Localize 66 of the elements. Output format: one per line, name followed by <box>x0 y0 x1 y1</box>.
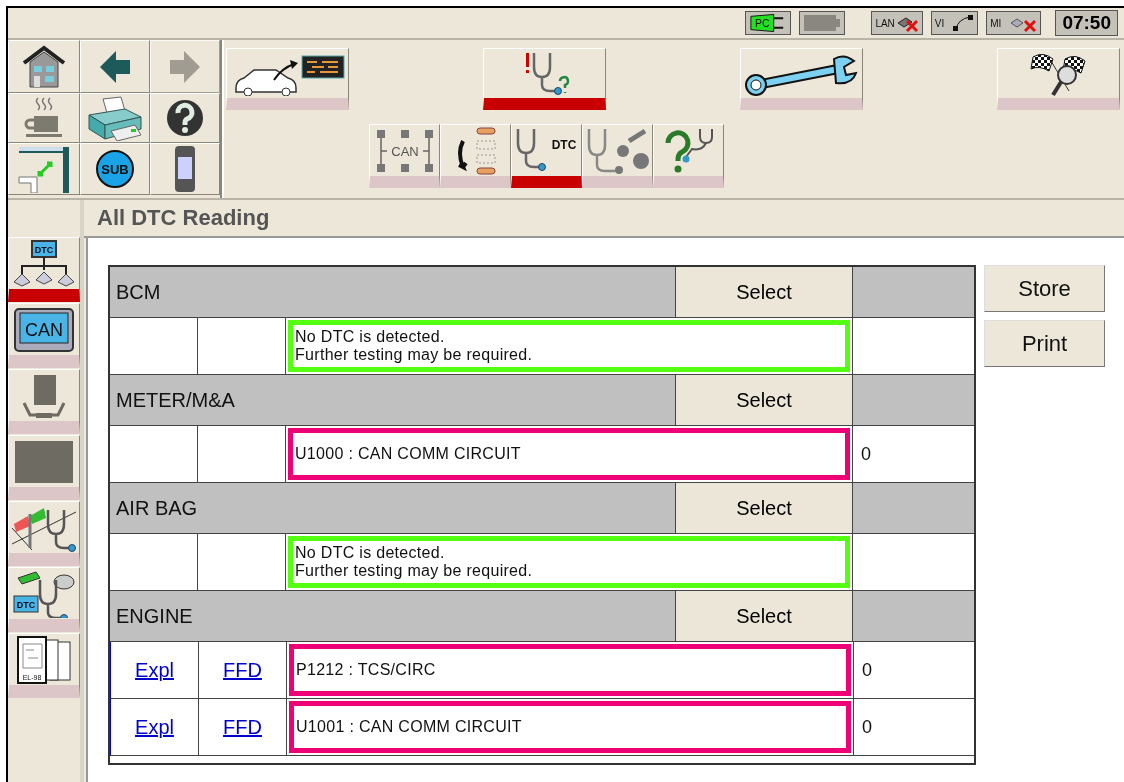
error-x-icon <box>904 19 919 33</box>
select-button[interactable]: Select <box>675 591 853 641</box>
dtc-message: P1212 : TCS/CIRC <box>289 644 851 696</box>
help-button[interactable] <box>150 93 220 143</box>
back-button[interactable] <box>80 40 150 93</box>
network-monitor-icon <box>13 239 75 286</box>
mode-tab[interactable]: DTC <box>511 124 582 188</box>
explanation-link[interactable]: Expl <box>135 715 174 739</box>
house-icon <box>21 44 67 89</box>
print-button[interactable]: Print <box>984 320 1105 367</box>
indicator-label: PC <box>755 17 770 29</box>
window-resize-icon <box>17 145 71 193</box>
mode-tab[interactable] <box>483 48 606 110</box>
select-button[interactable]: Select <box>675 375 853 425</box>
store-button[interactable]: Store <box>984 265 1105 312</box>
stethoscope-icon <box>516 127 546 171</box>
system-name: AIR BAG <box>115 495 199 521</box>
dtc-count: 0 <box>862 659 872 681</box>
dtc-count: 0 <box>861 443 871 465</box>
indicator-label: LAN <box>875 17 895 29</box>
dtc-message: U1000 : CAN COMM CIRCUIT <box>288 428 850 480</box>
print-button[interactable] <box>80 93 150 143</box>
select-button[interactable]: Select <box>675 267 853 317</box>
pause-button[interactable] <box>8 93 80 143</box>
sidebar-item[interactable] <box>8 501 80 566</box>
sub-button[interactable]: SUB <box>80 143 150 195</box>
sidebar-item[interactable]: DTC <box>8 567 80 632</box>
dtc-message: U1001 : CAN COMM CIRCUIT <box>289 701 851 753</box>
dtc-message: No DTC is detected. Further testing may be required. <box>288 536 850 588</box>
dtc-stethoscope-icon <box>13 571 75 618</box>
window-button[interactable] <box>8 143 80 195</box>
indicator-label: VI <box>934 17 945 29</box>
mode-tab[interactable] <box>440 124 511 188</box>
indicator-label: MI <box>990 17 1002 29</box>
error-x-icon <box>1023 19 1038 33</box>
freeze-frame-link[interactable]: FFD <box>223 715 262 739</box>
monitor-icon <box>14 307 74 352</box>
explanation-link[interactable]: Expl <box>135 658 174 682</box>
mode-tab[interactable] <box>226 48 349 110</box>
plug-icon <box>750 13 785 33</box>
mode-tab[interactable]: CAN <box>369 124 440 188</box>
select-button[interactable]: Select <box>675 483 853 533</box>
system-name: ENGINE <box>115 603 194 629</box>
sidebar-item[interactable]: DTC <box>8 237 80 302</box>
mode-tab[interactable] <box>997 48 1120 110</box>
circle-icon <box>96 150 134 188</box>
sidebar-item[interactable]: CAN <box>8 303 80 368</box>
can-bus-icon <box>376 129 433 172</box>
system-name: BCM <box>115 279 162 305</box>
dtc-message: No DTC is detected. Further testing may be required. <box>288 320 850 372</box>
sidebar-item[interactable] <box>8 369 80 434</box>
help-icon <box>165 98 205 138</box>
clock-display: 07:50 <box>1055 10 1118 36</box>
device-button[interactable] <box>150 143 220 195</box>
sidebar-item[interactable] <box>8 435 80 500</box>
blank-panel-icon <box>14 438 74 485</box>
cable-icon <box>952 14 975 32</box>
system-name: METER/M&A <box>115 387 236 413</box>
dtc-count: 0 <box>862 716 872 738</box>
mode-tab[interactable] <box>740 48 863 110</box>
mobile-device-icon <box>173 145 197 193</box>
home-button[interactable] <box>8 40 80 93</box>
printer-icon <box>85 95 145 141</box>
freeze-frame-link[interactable]: FFD <box>223 658 262 682</box>
right-arrow-icon <box>168 48 202 85</box>
manual-pages-icon <box>17 635 71 684</box>
